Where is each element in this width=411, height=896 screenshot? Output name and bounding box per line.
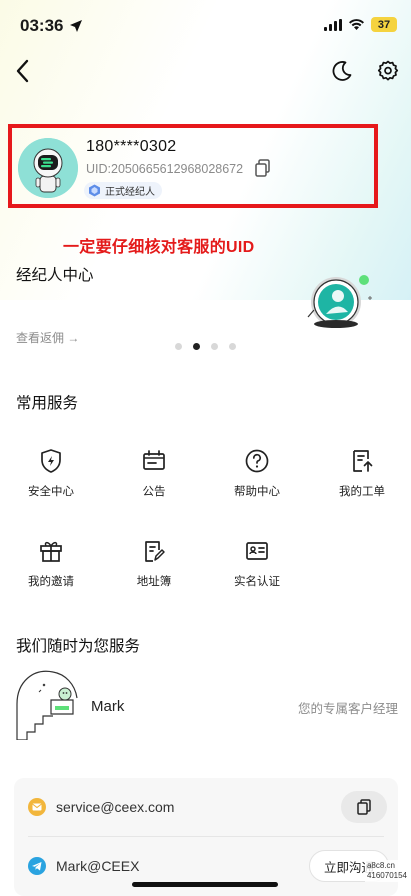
account-phone: 180****0302 — [86, 138, 177, 155]
email-icon — [28, 798, 46, 816]
support-email[interactable]: service@ceex.com — [56, 799, 174, 815]
badge-label: 正式经纪人 — [105, 187, 155, 198]
shield-icon — [41, 449, 61, 473]
account-manager-role: 您的专属客户经理 — [297, 702, 398, 716]
status-badge: 正式经纪人 — [84, 182, 162, 199]
telegram-icon — [28, 857, 46, 875]
astronaut-avatar-icon — [18, 138, 78, 198]
gift-icon — [40, 541, 62, 562]
service-label: 公告 — [142, 486, 166, 498]
annotation-note: 一定要仔细核对客服的UID — [63, 239, 255, 256]
agent-center-illustration-icon — [307, 275, 372, 328]
service-announcement[interactable]: 公告 — [114, 448, 194, 499]
carousel-dot-active[interactable] — [193, 343, 200, 350]
service-label: 我的工单 — [339, 486, 385, 498]
announcement-icon — [143, 450, 165, 470]
home-indicator[interactable] — [132, 882, 278, 887]
service-my-invites[interactable]: 我的邀请 — [11, 538, 91, 589]
copy-icon — [357, 799, 371, 815]
status-bar-time: 03:36 — [20, 16, 83, 36]
status-bar-indicators: 37 — [324, 17, 397, 32]
view-rebate-link[interactable]: 查看返佣 → — [16, 329, 79, 346]
service-identity-verification[interactable]: 实名认证 — [217, 538, 297, 589]
wifi-icon — [349, 19, 364, 30]
dark-mode-moon-icon[interactable] — [330, 59, 354, 83]
id-card-icon — [246, 542, 268, 560]
help-icon — [245, 449, 269, 473]
carousel-dot[interactable] — [211, 343, 218, 350]
service-label: 实名认证 — [234, 576, 280, 588]
service-label: 我的邀请 — [28, 576, 74, 588]
service-label: 帮助中心 — [234, 486, 280, 498]
service-help-center[interactable]: 帮助中心 — [217, 448, 297, 499]
copy-uid-icon[interactable] — [255, 159, 271, 177]
agent-center-title[interactable]: 经纪人中心 — [16, 263, 94, 285]
copy-email-button[interactable] — [341, 791, 387, 823]
profile-card-highlight: 180****0302 UID:2050665612968028672 正式经纪… — [8, 124, 378, 208]
address-book-icon — [145, 541, 165, 562]
carousel-dot[interactable] — [175, 343, 182, 350]
customer-manager-illustration-icon — [16, 670, 78, 740]
service-security-center[interactable]: 安全中心 — [11, 448, 91, 499]
avatar[interactable] — [18, 138, 78, 198]
contact-card: service@ceex.com Mark@CEEX 立即沟通 — [14, 778, 398, 896]
watermark-line: a8c8.cn — [366, 861, 395, 870]
watermark: a8c8.cn 416070154 — [364, 860, 409, 882]
settings-gear-icon[interactable] — [376, 59, 400, 83]
carousel-dot[interactable] — [229, 343, 236, 350]
battery-level: 37 — [377, 18, 391, 31]
account-manager-name: Mark — [91, 698, 125, 715]
carousel-dots — [175, 343, 236, 350]
telegram-contact-row: Mark@CEEX — [28, 857, 139, 875]
location-arrow-icon — [70, 20, 83, 32]
watermark-line: 416070154 — [366, 871, 407, 880]
ticket-icon — [353, 450, 373, 472]
signal-icon — [324, 18, 342, 31]
time-text: 03:36 — [20, 16, 64, 35]
verified-hexagon-icon — [89, 184, 100, 197]
common-services-title: 常用服务 — [16, 395, 79, 412]
support-telegram[interactable]: Mark@CEEX — [56, 858, 139, 874]
support-section-title: 我们随时为您服务 — [16, 638, 141, 655]
account-uid: UID:2050665612968028672 — [86, 162, 244, 176]
back-icon[interactable] — [12, 58, 36, 84]
service-label: 地址簿 — [136, 576, 172, 588]
battery-indicator: 37 — [371, 17, 397, 32]
divider — [28, 836, 384, 837]
email-contact-row: service@ceex.com — [28, 798, 174, 816]
service-address-book[interactable]: 地址簿 — [114, 538, 194, 589]
service-label: 安全中心 — [28, 486, 74, 498]
service-my-tickets[interactable]: 我的工单 — [322, 448, 402, 499]
